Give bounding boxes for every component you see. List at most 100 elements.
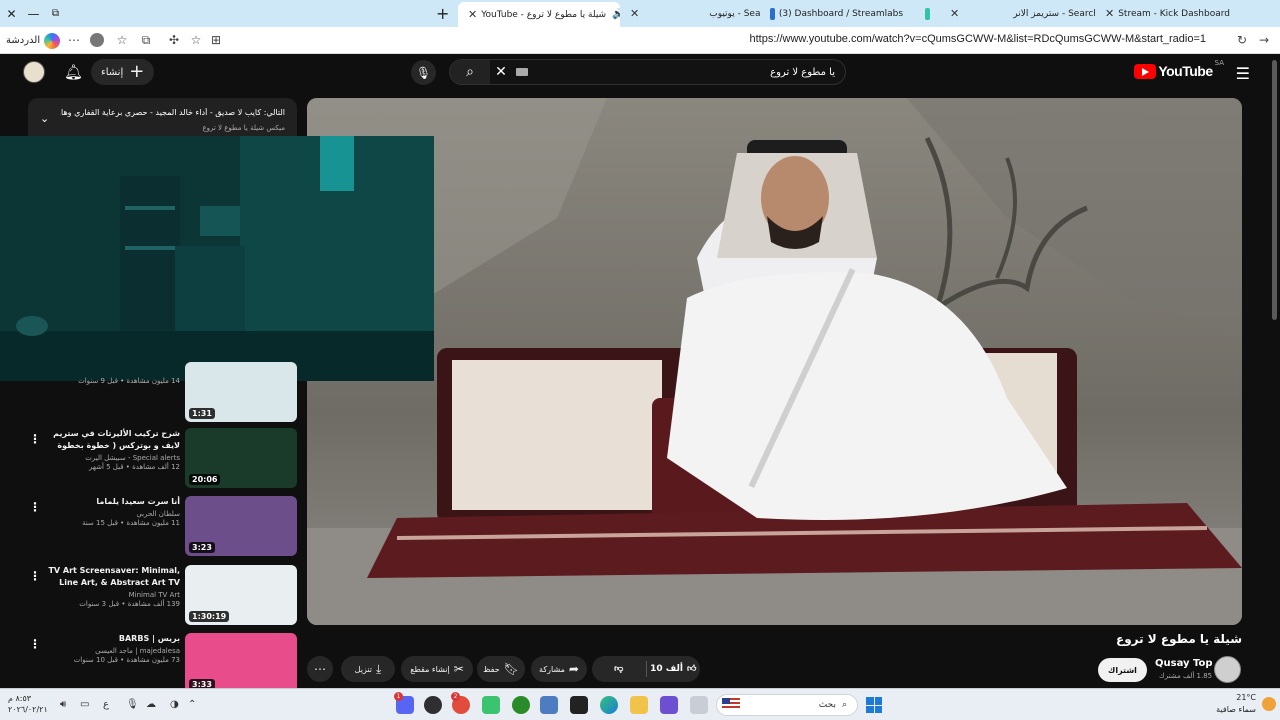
video-player[interactable] [307, 98, 1242, 625]
more-options-icon[interactable]: ⋮ [29, 569, 41, 583]
like-button[interactable]: 10 ألف 👍︎ [647, 664, 701, 674]
video-thumbnail[interactable]: 20:06 [185, 428, 297, 488]
voice-search-mic-icon[interactable]: 🎙︎ [411, 60, 436, 85]
clear-search-icon[interactable]: ✕ [490, 64, 512, 80]
search-icon[interactable]: ⌕ [450, 60, 490, 84]
list-item[interactable]: ⋮ 3:33 بريس | BARBS majedalesa | ماجد ال… [26, 633, 298, 688]
tab-streamlabs[interactable]: (3) Dashboard / Streamlabs [760, 0, 940, 27]
dislike-button[interactable]: 👎︎ [592, 664, 646, 674]
weather-sun-icon [1262, 697, 1276, 711]
obs-icon[interactable] [424, 696, 442, 714]
audio-app-icon[interactable] [482, 696, 500, 714]
copilot-label: الدردشة [6, 35, 41, 46]
forward-icon[interactable]: → [1256, 32, 1272, 48]
rec-title[interactable]: بريس | BARBS [48, 633, 180, 645]
tab-search-streams[interactable]: ✕ ستريمز الانر - Search [940, 0, 1095, 27]
more-actions-button[interactable]: ⋯ [307, 656, 333, 682]
webcam-frame [0, 136, 434, 381]
rec-meta: أنا سرت سعيدا يلماما سلطان الحربي 11 ملي… [48, 496, 180, 527]
network-icon[interactable]: ▭ [80, 699, 89, 710]
more-options-icon[interactable]: ⋮ [29, 637, 41, 651]
rec-title[interactable]: شرح تركيب الأليرتات في ستريم لايف و بوتر… [48, 428, 180, 452]
rec-channel[interactable]: Special alerts - سبيشل اليرت [48, 454, 180, 462]
speaker-icon[interactable]: 🔊 [612, 9, 620, 20]
save-button[interactable]: حفظ 🔖︎ [477, 656, 525, 682]
search-box[interactable]: ⌕ ✕ يا مطوع لا تروع [449, 59, 846, 85]
volume-icon[interactable]: 🔊︎ [60, 699, 66, 710]
more-options-icon[interactable]: ⋮ [29, 432, 41, 446]
tab-search-youtube[interactable]: ✕ يوتيوب - Search [620, 0, 760, 27]
video-thumbnail[interactable]: 1:30:19 [185, 565, 297, 625]
tab-youtube[interactable]: ✕ YouTube - شيلة يا مطوع لا تروع 🔊 [458, 2, 620, 27]
channel-avatar[interactable] [1214, 656, 1241, 683]
list-item[interactable]: 1:31 14 مليون مشاهدة • قبل 9 سنوات [26, 362, 298, 424]
collections-icon[interactable]: ⧉ [138, 32, 154, 48]
share-button[interactable]: مشاركة ➦ [531, 656, 587, 682]
close-tab-icon[interactable]: ✕ [950, 7, 959, 20]
task-view-icon[interactable] [690, 696, 708, 714]
duration-badge: 20:06 [189, 474, 221, 485]
menu-hamburger-icon[interactable]: ☰ [1236, 64, 1250, 83]
search-input[interactable]: يا مطوع لا تروع [528, 67, 845, 78]
video-thumbnail[interactable]: 3:33 [185, 633, 297, 688]
more-options-icon[interactable]: ⋯ [66, 32, 82, 48]
weather-widget[interactable]: 21°C سماء صافية [1216, 692, 1256, 716]
app-icon[interactable] [570, 696, 588, 714]
youtube-logo[interactable]: YouTube SA [1134, 59, 1224, 79]
rec-title[interactable]: أنا سرت سعيدا يلماما [48, 496, 180, 508]
account-avatar[interactable] [23, 61, 45, 83]
rec-channel[interactable]: سلطان الحربي [48, 510, 180, 518]
show-hidden-icons-icon[interactable]: ⌃ [188, 699, 196, 710]
chevron-down-icon[interactable]: ⌄ [40, 112, 49, 125]
close-window-icon[interactable]: ✕ [0, 0, 23, 27]
more-options-icon[interactable]: ⋮ [29, 500, 41, 514]
add-favorite-icon[interactable]: ☆ [188, 32, 204, 48]
keyboard-language[interactable]: ع [103, 699, 109, 710]
minimize-window-icon[interactable]: — [22, 0, 45, 27]
close-tab-icon[interactable]: ✕ [630, 7, 639, 20]
favorites-icon[interactable]: ☆ [114, 32, 130, 48]
video-thumbnail[interactable]: 1:31 [185, 362, 297, 422]
start-windows-icon[interactable] [866, 697, 882, 713]
new-tab-icon[interactable]: + [436, 4, 449, 23]
extensions-icon[interactable]: ✣ [166, 32, 182, 48]
app-icon[interactable] [660, 696, 678, 714]
download-button[interactable]: تنزيل ⤓ [341, 656, 395, 682]
app-icon[interactable] [540, 696, 558, 714]
subscribe-button[interactable]: اشتراك [1098, 658, 1147, 682]
edge-icon[interactable] [600, 696, 618, 714]
xbox-icon[interactable] [512, 696, 530, 714]
list-item[interactable]: ⋮ 20:06 شرح تركيب الأليرتات في ستريم لاي… [26, 428, 298, 490]
tray-clock[interactable]: ٨:٥٣ م ٢٠٢٦/٠٢/٢١ [8, 693, 48, 715]
tab-title: YouTube - شيلة يا مطوع لا تروع [481, 9, 607, 20]
tab-kick[interactable]: ✕ Stream - Kick Dashboard [1095, 0, 1255, 27]
video-thumbnail[interactable]: 3:23 [185, 496, 297, 556]
refresh-icon[interactable]: ↻ [1234, 32, 1250, 48]
create-button[interactable]: إنشاء + [91, 59, 155, 85]
page-scrollbar[interactable] [1272, 60, 1277, 320]
split-screen-icon[interactable]: ⊞ [208, 32, 224, 48]
profile-avatar[interactable] [90, 33, 104, 47]
microphone-icon[interactable]: 🎙︎ [126, 699, 139, 710]
address-url[interactable]: https://www.youtube.com/watch?v=cQumsGCW… [749, 33, 1206, 45]
rec-channel[interactable]: Minimal TV Art [48, 591, 180, 599]
list-item[interactable]: ⋮ 3:23 أنا سرت سعيدا يلماما سلطان الحربي… [26, 496, 298, 558]
file-explorer-icon[interactable] [630, 696, 648, 714]
playlist-panel[interactable]: ⌄ التالي: كايب لا صديق - أداء خالد المجي… [28, 98, 297, 138]
rec-channel[interactable]: majedalesa | ماجد العيسى [48, 647, 180, 655]
list-item[interactable]: ⋮ 1:30:19 TV Art Screensaver: Minimal, L… [26, 565, 298, 627]
clip-button[interactable]: إنشاء مقطع ✂ [401, 656, 473, 682]
rec-title[interactable]: TV Art Screensaver: Minimal, Line Art, &… [48, 565, 180, 589]
keyboard-icon[interactable] [516, 68, 528, 76]
close-tab-icon[interactable]: ✕ [468, 8, 477, 21]
copilot-button[interactable]: الدردشة [6, 31, 61, 50]
restore-window-icon[interactable]: ⧉ [44, 0, 67, 27]
notifications-bell-icon[interactable]: 🔔︎ [64, 63, 83, 81]
clock-time: ٨:٥٣ م [8, 694, 32, 703]
close-tab-icon[interactable]: ✕ [1105, 7, 1114, 20]
region-code: SA [1214, 59, 1224, 67]
tray-app-icon[interactable]: ◑ [170, 699, 179, 710]
more-horizontal-icon: ⋯ [314, 662, 326, 676]
onedrive-icon[interactable]: ☁ [146, 699, 156, 710]
channel-name[interactable]: Qusay Top [1155, 658, 1213, 669]
